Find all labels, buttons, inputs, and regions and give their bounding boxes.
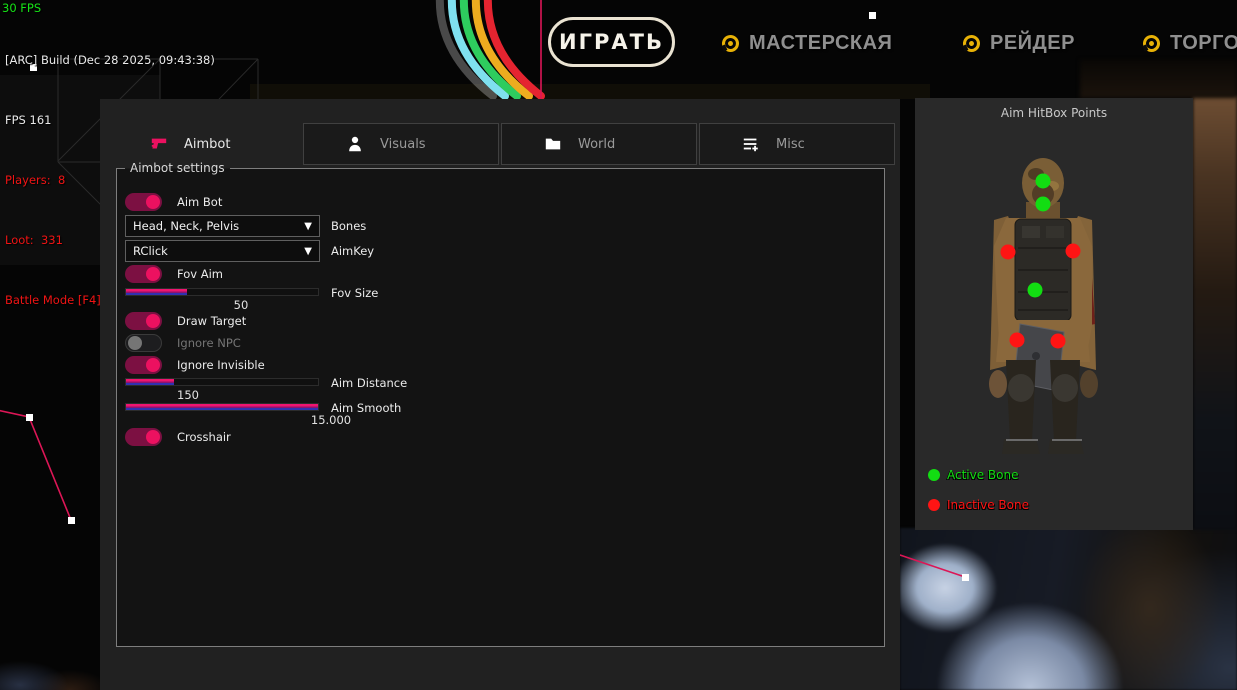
crosshair-row: Crosshair	[125, 428, 231, 446]
aim-distance-slider[interactable]	[125, 378, 319, 386]
draw-target-toggle[interactable]	[125, 312, 162, 330]
tab-world[interactable]: World	[501, 123, 697, 165]
aim-bot-toggle[interactable]	[125, 193, 162, 211]
hitbox-point-right-arm[interactable]	[1066, 244, 1081, 259]
slider-fill	[126, 379, 174, 385]
bones-label: Bones	[331, 219, 366, 233]
person-icon	[346, 135, 364, 153]
aim-distance-row: Aim Distance 150	[125, 378, 465, 404]
build-info: [ARC] Build (Dec 28 2025, 09:43:38)	[5, 50, 215, 70]
fov-aim-toggle[interactable]	[125, 265, 162, 283]
hitbox-point-left-leg[interactable]	[1010, 333, 1025, 348]
tab-label: Aimbot	[184, 137, 230, 152]
esp-node-marker	[962, 574, 969, 581]
nav-label: МАСТЕРСКАЯ	[749, 32, 892, 55]
bones-dropdown[interactable]: Head, Neck, Pelvis ▼	[125, 215, 320, 237]
aimkey-dropdown[interactable]: RClick ▼	[125, 240, 320, 262]
ignore-npc-label: Ignore NPC	[177, 336, 241, 350]
fov-size-row: Fov Size 50	[125, 288, 465, 314]
nav-item-workshop[interactable]: МАСТЕРСКАЯ	[722, 29, 892, 57]
hitbox-preview-panel: Aim HitBox Points	[915, 98, 1193, 530]
ignore-invisible-row: Ignore Invisible	[125, 356, 265, 374]
hitbox-point-right-leg[interactable]	[1051, 334, 1066, 349]
nav-item-trader[interactable]: ТОРГО	[1143, 29, 1237, 57]
esp-node-marker	[26, 414, 33, 421]
crosshair-label: Crosshair	[177, 430, 231, 444]
toggle-knob	[146, 267, 160, 281]
bones-value: Head, Neck, Pelvis	[133, 219, 239, 233]
tab-misc[interactable]: Misc	[699, 123, 895, 165]
active-bone-dot	[928, 469, 940, 481]
nav-label: РЕЙДЕР	[990, 32, 1075, 55]
toggle-knob	[146, 430, 160, 444]
aim-smooth-row: Aim Smooth 15.000	[125, 403, 465, 429]
pistol-icon	[150, 135, 168, 153]
aimbot-settings-group: Aimbot settings Aim Bot Head, Neck, Pelv…	[116, 168, 885, 647]
fov-aim-label: Fov Aim	[177, 267, 223, 281]
aim-bot-row: Aim Bot	[125, 193, 222, 211]
hitbox-point-neck[interactable]	[1036, 197, 1051, 212]
slider-fill	[126, 404, 318, 410]
playlist-add-icon	[742, 135, 760, 153]
legend-label: Inactive Bone	[947, 498, 1029, 512]
hitbox-points	[915, 98, 1193, 530]
legend-inactive-bone: Inactive Bone	[928, 498, 1029, 512]
aim-distance-value: 150	[160, 388, 216, 402]
chevron-down-icon: ▼	[304, 246, 312, 257]
draw-target-label: Draw Target	[177, 314, 246, 328]
esp-node-marker	[869, 12, 876, 19]
legend-label: Active Bone	[947, 468, 1019, 482]
fov-aim-row: Fov Aim	[125, 265, 223, 283]
aim-smooth-slider[interactable]	[125, 403, 319, 411]
hitbox-point-pelvis[interactable]	[1028, 283, 1043, 298]
toggle-knob	[128, 336, 142, 350]
toggle-knob	[146, 358, 160, 372]
aimkey-value: RClick	[133, 244, 168, 258]
aim-smooth-value: 15.000	[303, 413, 359, 427]
draw-target-row: Draw Target	[125, 312, 246, 330]
aimkey-label: AimKey	[331, 244, 374, 258]
fov-size-label: Fov Size	[331, 286, 378, 300]
aim-bot-label: Aim Bot	[177, 195, 222, 209]
slider-fill	[126, 289, 187, 295]
group-title: Aimbot settings	[125, 161, 230, 175]
fov-size-value: 50	[213, 298, 269, 312]
crosshair-toggle[interactable]	[125, 428, 162, 446]
ignore-invisible-label: Ignore Invisible	[177, 358, 265, 372]
inactive-bone-dot	[928, 499, 940, 511]
toggle-knob	[146, 314, 160, 328]
toggle-knob	[146, 195, 160, 209]
ignore-npc-toggle[interactable]	[125, 334, 162, 352]
bullseye-icon	[960, 32, 983, 55]
tab-label: Misc	[776, 137, 805, 152]
hitbox-point-left-arm[interactable]	[1001, 245, 1016, 260]
tab-label: Visuals	[380, 137, 426, 152]
esp-node-marker	[68, 517, 75, 524]
nav-item-raider[interactable]: РЕЙДЕР	[963, 29, 1075, 57]
tab-visuals[interactable]: Visuals	[303, 123, 499, 165]
nav-label: ТОРГО	[1170, 32, 1237, 55]
legend-active-bone: Active Bone	[928, 468, 1019, 482]
fov-size-slider[interactable]	[125, 288, 319, 296]
screen: 30 FPS [ARC] Build (Dec 28 2025, 09:43:3…	[0, 0, 1237, 690]
ignore-invisible-toggle[interactable]	[125, 356, 162, 374]
aim-distance-label: Aim Distance	[331, 376, 407, 390]
ignore-npc-row: Ignore NPC	[125, 334, 241, 352]
tab-aimbot[interactable]: Aimbot	[116, 123, 302, 165]
bullseye-icon	[1140, 32, 1163, 55]
folder-icon	[544, 135, 562, 153]
chevron-down-icon: ▼	[304, 221, 312, 232]
bullseye-icon	[719, 32, 742, 55]
tab-label: World	[578, 137, 615, 152]
cheat-menu-panel: Aimbot Visuals World Misc	[100, 99, 900, 690]
hitbox-point-head[interactable]	[1036, 174, 1051, 189]
play-button[interactable]: ИГРАТЬ	[548, 17, 675, 67]
